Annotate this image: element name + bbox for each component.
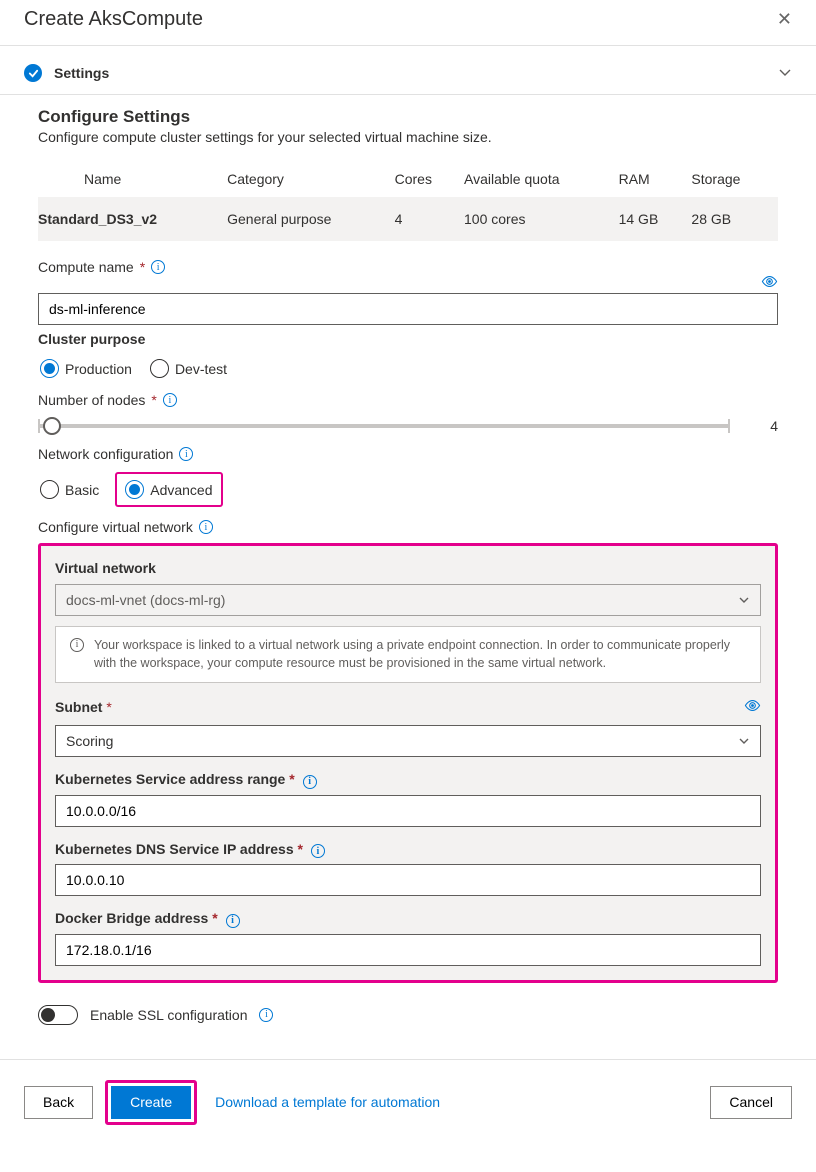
radio-production[interactable]: Production [38, 357, 134, 380]
vnet-select: docs-ml-vnet (docs-ml-rg) [55, 584, 761, 616]
vm-name: Standard_DS3_v2 [38, 197, 227, 241]
radio-dev-test[interactable]: Dev-test [148, 357, 229, 380]
info-icon[interactable]: i [259, 1008, 273, 1022]
vnet-panel: Virtual network docs-ml-vnet (docs-ml-rg… [38, 543, 778, 983]
netconf-label: Network configuration i [38, 446, 778, 462]
configure-vnet-label: Configure virtual network i [38, 519, 778, 535]
chevron-down-icon [778, 65, 792, 82]
docker-bridge-label: Docker Bridge address * i [55, 910, 761, 928]
info-icon[interactable]: i [163, 393, 177, 407]
preview-icon[interactable] [744, 697, 761, 717]
nodes-slider[interactable] [38, 424, 730, 428]
step-title: Settings [54, 65, 109, 81]
info-icon: i [70, 638, 84, 652]
configure-heading: Configure Settings [38, 107, 778, 127]
cancel-button[interactable]: Cancel [710, 1086, 792, 1119]
preview-icon[interactable] [761, 273, 778, 293]
nodes-label: Number of nodes * i [38, 392, 778, 408]
create-button[interactable]: Create [111, 1086, 191, 1119]
dialog-title: Create AksCompute [24, 8, 203, 31]
ssl-toggle[interactable] [38, 1005, 78, 1025]
chevron-down-icon [738, 735, 750, 747]
chevron-down-icon [738, 594, 750, 606]
k8s-dns-label: Kubernetes DNS Service IP address * i [55, 841, 761, 859]
col-quota: Available quota [464, 161, 619, 197]
subnet-label: Subnet * [55, 699, 112, 715]
k8s-range-label: Kubernetes Service address range * i [55, 771, 761, 789]
k8s-dns-input[interactable] [55, 864, 761, 896]
k8s-range-input[interactable] [55, 795, 761, 827]
info-icon[interactable]: i [199, 520, 213, 534]
highlight-create: Create [105, 1080, 197, 1125]
vm-quota: 100 cores [464, 197, 619, 241]
vm-row: Standard_DS3_v2 General purpose 4 100 co… [38, 197, 778, 241]
info-icon[interactable]: i [151, 260, 165, 274]
col-ram: RAM [619, 161, 692, 197]
vnet-label: Virtual network [55, 560, 761, 576]
radio-advanced[interactable]: Advanced [123, 478, 214, 501]
vm-category: General purpose [227, 197, 395, 241]
info-icon[interactable]: i [226, 914, 240, 928]
info-icon[interactable]: i [303, 775, 317, 789]
nodes-value: 4 [750, 418, 778, 434]
col-storage: Storage [691, 161, 778, 197]
step-header-settings[interactable]: Settings [0, 46, 816, 95]
vnet-info-message: i Your workspace is linked to a virtual … [55, 626, 761, 683]
col-cores: Cores [395, 161, 464, 197]
radio-basic[interactable]: Basic [38, 478, 101, 501]
info-icon[interactable]: i [179, 447, 193, 461]
back-button[interactable]: Back [24, 1086, 93, 1119]
checkmark-circle-icon [24, 64, 42, 82]
ssl-label: Enable SSL configuration [90, 1007, 247, 1023]
docker-bridge-input[interactable] [55, 934, 761, 966]
info-icon[interactable]: i [311, 844, 325, 858]
configure-description: Configure compute cluster settings for y… [38, 129, 778, 145]
vm-storage: 28 GB [691, 197, 778, 241]
slider-thumb[interactable] [43, 417, 61, 435]
cluster-purpose-label: Cluster purpose [38, 331, 778, 347]
vm-ram: 14 GB [619, 197, 692, 241]
subnet-select[interactable]: Scoring [55, 725, 761, 757]
dialog-footer: Back Create Download a template for auto… [0, 1059, 816, 1145]
col-name: Name [38, 161, 227, 197]
close-icon[interactable]: ✕ [777, 9, 792, 30]
download-template-link[interactable]: Download a template for automation [215, 1094, 440, 1110]
col-category: Category [227, 161, 395, 197]
vm-size-table: Name Category Cores Available quota RAM … [38, 161, 778, 241]
highlight-advanced: Advanced [115, 472, 222, 507]
dialog-header: Create AksCompute ✕ [0, 0, 816, 46]
compute-name-input[interactable] [38, 293, 778, 325]
vm-cores: 4 [395, 197, 464, 241]
